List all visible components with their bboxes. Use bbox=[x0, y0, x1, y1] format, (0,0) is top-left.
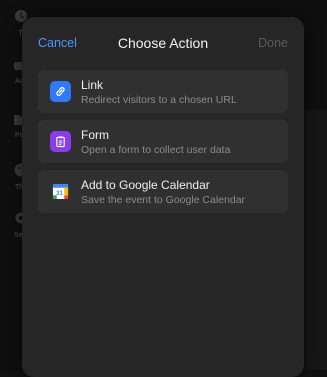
sheet-header: Cancel Choose Action Done bbox=[22, 17, 304, 71]
action-item-form[interactable]: Form Open a form to collect user data bbox=[38, 120, 288, 163]
background-panel bbox=[305, 110, 327, 370]
link-icon bbox=[50, 81, 71, 102]
clipboard-icon bbox=[50, 131, 71, 152]
action-list: Link Redirect visitors to a chosen URL F… bbox=[38, 70, 288, 220]
action-description: Redirect visitors to a chosen URL bbox=[81, 94, 237, 106]
action-description: Save the event to Google Calendar bbox=[81, 194, 246, 206]
action-name: Form bbox=[81, 128, 109, 142]
choose-action-sheet: Cancel Choose Action Done Link Redirect … bbox=[22, 17, 304, 377]
action-item-link[interactable]: Link Redirect visitors to a chosen URL bbox=[38, 70, 288, 113]
action-description: Open a form to collect user data bbox=[81, 144, 231, 156]
done-button[interactable]: Done bbox=[258, 36, 288, 50]
action-name: Link bbox=[81, 78, 104, 92]
action-item-google-calendar[interactable]: 31 Add to Google Calendar Save the event… bbox=[38, 170, 288, 213]
svg-text:31: 31 bbox=[56, 190, 63, 197]
action-name: Add to Google Calendar bbox=[81, 178, 210, 192]
google-calendar-icon: 31 bbox=[50, 181, 71, 202]
